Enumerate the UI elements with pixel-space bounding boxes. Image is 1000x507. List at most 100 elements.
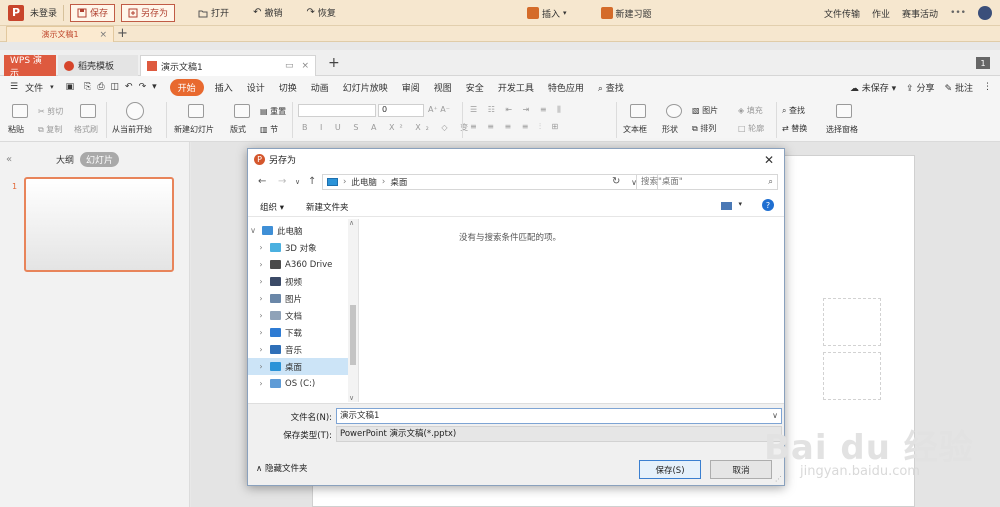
homework-link[interactable]: 作业 <box>872 7 890 20</box>
font-name-select[interactable] <box>298 104 376 117</box>
file-list-area[interactable]: 没有与搜索条件匹配的项。 <box>360 219 784 402</box>
reset-button[interactable]: ▤ 重置 <box>260 106 286 117</box>
menu-tab-transition[interactable]: 切换 <box>279 81 297 94</box>
close-icon[interactable]: ✕ <box>764 153 774 167</box>
open-button[interactable]: 打开 <box>191 4 236 22</box>
tab-wps-presentation[interactable]: WPS 演示 <box>4 55 56 79</box>
document-tab[interactable]: 演示文稿1 × <box>6 26 114 42</box>
chevron-right-icon[interactable]: › <box>256 277 266 286</box>
comment-icon[interactable]: ▭ <box>285 61 294 71</box>
back-arrow-icon[interactable]: ← <box>258 176 266 187</box>
menu-tab-developer[interactable]: 开发工具 <box>498 81 534 94</box>
shape-icon[interactable] <box>666 104 682 118</box>
help-icon[interactable]: ? <box>762 199 774 211</box>
avatar[interactable] <box>978 6 992 20</box>
menu-tab-slideshow[interactable]: 幻灯片放映 <box>343 81 388 94</box>
breadcrumb-desktop[interactable]: 桌面 <box>390 176 407 188</box>
selection-pane-icon[interactable] <box>836 104 852 118</box>
menu-search[interactable]: ⌕ 查找 <box>598 81 624 94</box>
new-folder-button[interactable]: 新建文件夹 <box>306 201 349 213</box>
recent-chevron-icon[interactable]: ∨ <box>295 178 300 186</box>
add-tab-icon[interactable]: + <box>328 55 340 71</box>
menu-tab-view[interactable]: 视图 <box>434 81 452 94</box>
nav-item-3d-objects[interactable]: › 3D 对象 <box>248 239 348 256</box>
chevron-down-icon[interactable]: ▾ <box>152 82 157 92</box>
subtitle-placeholder[interactable] <box>823 352 881 400</box>
picture-button[interactable]: ▧ 图片 <box>692 105 718 116</box>
layout-button[interactable]: 版式 <box>230 124 246 135</box>
nav-item-downloads[interactable]: › 下载 <box>248 324 348 341</box>
login-status[interactable]: 未登录 <box>30 6 57 19</box>
nav-item-videos[interactable]: › 视频 <box>248 273 348 290</box>
forward-arrow-icon[interactable]: → <box>278 176 286 187</box>
filename-input[interactable]: 演示文稿1 ∨ <box>336 408 782 424</box>
chevron-right-icon[interactable]: › <box>256 328 266 337</box>
more-icon[interactable]: ⋮ <box>983 82 992 92</box>
chevron-down-icon[interactable]: ▾ <box>738 200 742 208</box>
dialog-save-button[interactable]: 保存(S) <box>639 460 701 479</box>
section-button[interactable]: ▥ 节 <box>260 124 278 135</box>
tab-document[interactable]: 演示文稿1 ▭ × <box>140 55 316 76</box>
redo-icon[interactable]: ↷ <box>139 82 147 92</box>
nav-item-desktop[interactable]: › 桌面 <box>248 358 348 375</box>
scroll-down-icon[interactable]: ∨ <box>349 394 354 402</box>
menu-tab-animation[interactable]: 动画 <box>311 81 329 94</box>
preview-icon[interactable]: ◫ <box>111 82 120 92</box>
new-slide-button[interactable]: 新建幻灯片 <box>174 124 214 135</box>
paste-icon[interactable] <box>12 104 28 118</box>
tab-slides[interactable]: 幻灯片 <box>80 152 120 167</box>
close-icon[interactable]: × <box>301 61 309 71</box>
new-slide-icon[interactable] <box>188 104 204 118</box>
file-transfer-link[interactable]: 文件传输 <box>824 7 860 20</box>
menu-tab-design[interactable]: 设计 <box>247 81 265 94</box>
menu-tab-home[interactable]: 开始 <box>169 78 204 96</box>
export-icon[interactable]: ⎘ <box>84 82 91 92</box>
replace-button[interactable]: ⇄ 替换 <box>782 123 807 134</box>
print-icon[interactable]: ⎙ <box>97 82 104 92</box>
address-bar[interactable]: › 此电脑 › 桌面 ∨ <box>322 174 658 190</box>
chevron-right-icon[interactable]: › <box>256 243 266 252</box>
slide-thumbnail[interactable] <box>24 177 174 272</box>
chevron-right-icon[interactable]: › <box>256 362 266 371</box>
tab-template-store[interactable]: 稻壳模板 <box>58 55 138 76</box>
hide-folders-toggle[interactable]: ∧ 隐藏文件夹 <box>256 462 307 474</box>
insert-menu-button[interactable]: 插入 ▾ <box>520 4 574 22</box>
up-arrow-icon[interactable]: ↑ <box>308 176 316 187</box>
nav-item-a360-drive[interactable]: › A360 Drive <box>248 256 348 273</box>
nav-item-documents[interactable]: › 文档 <box>248 307 348 324</box>
chevron-right-icon[interactable]: › <box>256 260 266 269</box>
nav-item-music[interactable]: › 音乐 <box>248 341 348 358</box>
layout-icon[interactable] <box>234 104 250 118</box>
nav-scrollbar[interactable]: ∧ ∨ <box>348 219 358 402</box>
find-button[interactable]: ⌕ 查找 <box>782 105 805 116</box>
chevron-right-icon[interactable]: › <box>256 379 266 388</box>
annotate-button[interactable]: ✎ 批注 <box>945 81 973 94</box>
selection-pane-button[interactable]: 选择窗格 <box>826 124 858 135</box>
chevron-right-icon[interactable]: › <box>256 294 266 303</box>
scroll-thumb[interactable] <box>350 305 356 365</box>
chevron-right-icon[interactable]: › <box>256 311 266 320</box>
arrange-button[interactable]: ⧉ 排列 <box>692 123 716 134</box>
menu-tab-insert[interactable]: 插入 <box>215 81 233 94</box>
unsaved-status[interactable]: ☁ 未保存 ▾ <box>850 81 896 94</box>
more-icon[interactable]: ••• <box>950 8 966 18</box>
textbox-icon[interactable] <box>630 104 646 118</box>
paste-button[interactable]: 粘贴 <box>8 124 24 135</box>
new-tab-icon[interactable]: + <box>117 26 128 41</box>
nav-item-pictures[interactable]: › 图片 <box>248 290 348 307</box>
undo-button[interactable]: ↶ 撤销 <box>246 4 289 22</box>
hamburger-icon[interactable]: ☰ <box>10 82 18 92</box>
scroll-up-icon[interactable]: ∧ <box>349 219 354 227</box>
collapse-icon[interactable]: « <box>6 154 12 165</box>
breadcrumb-this-pc[interactable]: 此电脑 <box>351 176 377 188</box>
nav-item-this-pc[interactable]: ∨ 此电脑 <box>248 222 348 239</box>
organize-button[interactable]: 组织 ▾ <box>260 201 284 213</box>
save-button[interactable]: 保存 <box>70 3 116 22</box>
menu-tab-review[interactable]: 审阅 <box>402 81 420 94</box>
window-count-badge[interactable]: 1 <box>976 57 990 69</box>
file-menu[interactable]: 文件 <box>25 81 43 94</box>
save-as-button[interactable]: 另存为 <box>121 3 176 22</box>
play-from-current-button[interactable]: 从当前开始 <box>112 124 152 135</box>
share-button[interactable]: ⇪ 分享 <box>906 81 934 94</box>
textbox-button[interactable]: 文本框 <box>623 124 647 135</box>
